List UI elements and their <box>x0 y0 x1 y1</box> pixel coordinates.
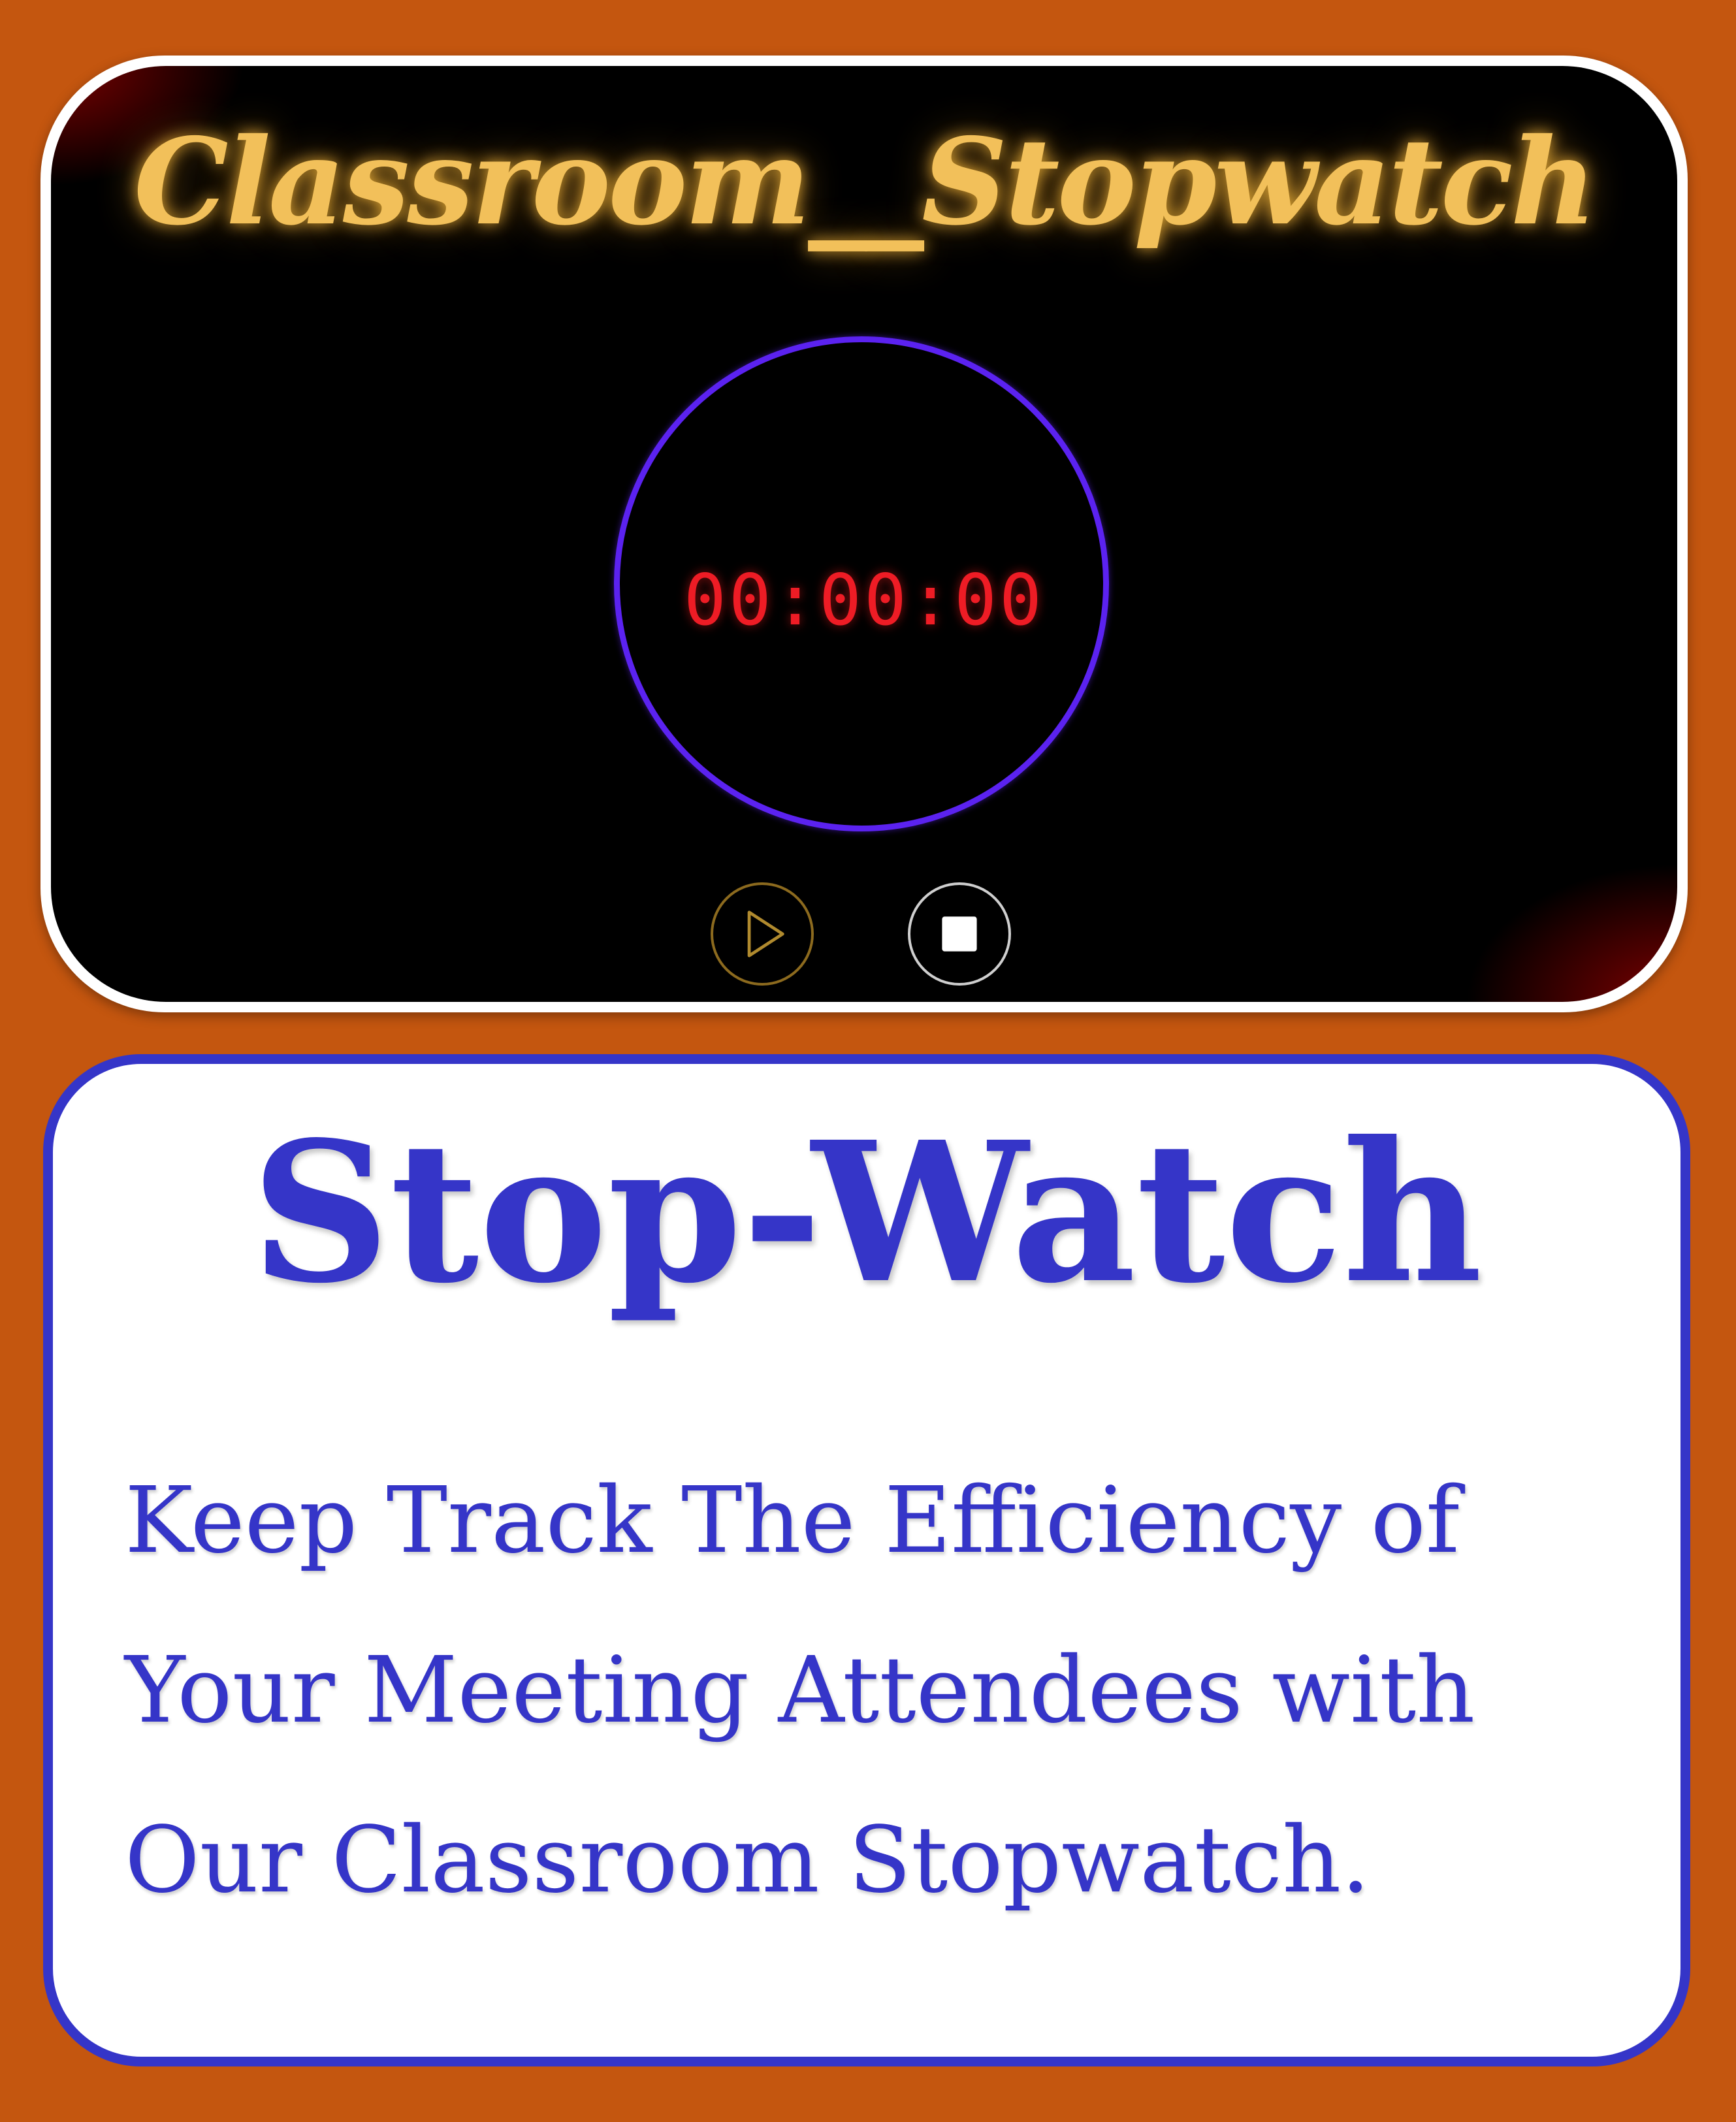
app-title: Classroom__Stopwatch <box>133 112 1597 251</box>
card-title: Stop-Watch <box>251 1099 1483 1326</box>
time-readout: 00:00:00 <box>683 560 1045 641</box>
play-icon <box>747 910 784 957</box>
play-button[interactable] <box>711 882 814 986</box>
stopwatch-app-frame: Classroom__Stopwatch 00:00:00 <box>40 56 1688 1012</box>
description-line: Your Meeting Attendees with <box>125 1637 1475 1744</box>
description-card: Stop-Watch Keep Track The Efficiency of … <box>43 1054 1690 2066</box>
description-line: Keep Track The Efficiency of <box>125 1468 1460 1574</box>
stop-button[interactable] <box>908 882 1011 986</box>
stop-icon <box>942 916 977 952</box>
card-description: Keep Track The Efficiency of Your Meetin… <box>125 1436 1609 1946</box>
stopwatch-screen: Classroom__Stopwatch 00:00:00 <box>51 66 1677 1002</box>
description-line: Our Classroom Stopwatch. <box>125 1807 1370 1914</box>
